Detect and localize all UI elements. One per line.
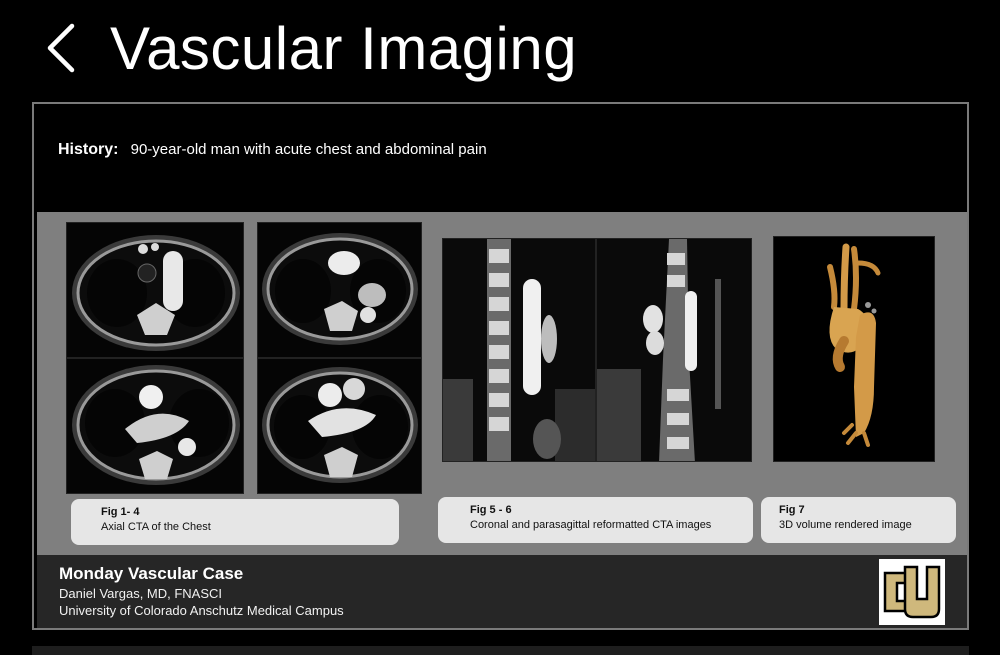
history-text: 90-year-old man with acute chest and abd… bbox=[130, 141, 487, 158]
case-author: Daniel Vargas, MD, FNASCI bbox=[59, 586, 223, 601]
image-panel: Fig 1- 4 Axial CTA of the Chest Fig 5 - … bbox=[37, 212, 967, 555]
axial-image-4[interactable] bbox=[257, 358, 422, 494]
case-footer: Monday Vascular Case Daniel Vargas, MD, … bbox=[37, 555, 967, 628]
history-label: History: bbox=[58, 141, 119, 158]
case-institution: University of Colorado Anschutz Medical … bbox=[59, 603, 344, 618]
axial-image-2[interactable] bbox=[257, 222, 422, 358]
case-slide: History: 90-year-old man with acute ches… bbox=[32, 102, 969, 630]
bottom-edge-strip bbox=[32, 646, 969, 655]
case-title: Monday Vascular Case bbox=[59, 564, 244, 583]
caption-fig-5-6: Fig 5 - 6 Coronal and parasagittal refor… bbox=[438, 497, 753, 543]
history: History: 90-year-old man with acute ches… bbox=[58, 140, 487, 160]
header: Vascular Imaging bbox=[0, 0, 1000, 96]
back-button[interactable] bbox=[40, 18, 88, 78]
caption-fig-7: Fig 7 3D volume rendered image bbox=[761, 497, 956, 543]
caption-text: Axial CTA of the Chest bbox=[101, 521, 211, 533]
cu-logo-icon bbox=[879, 559, 945, 625]
volume-render-image[interactable] bbox=[773, 236, 935, 462]
axial-image-1[interactable] bbox=[66, 222, 244, 358]
page-title: Vascular Imaging bbox=[110, 15, 578, 82]
caption-fig-label: Fig 5 - 6 bbox=[470, 504, 512, 516]
caption-fig-1-4: Fig 1- 4 Axial CTA of the Chest bbox=[71, 499, 399, 545]
axial-image-3[interactable] bbox=[66, 358, 244, 494]
parasagittal-image[interactable] bbox=[596, 238, 752, 462]
caption-fig-label: Fig 1- 4 bbox=[101, 506, 140, 518]
caption-fig-label: Fig 7 bbox=[779, 504, 805, 516]
caption-text: Coronal and parasagittal reformatted CTA… bbox=[470, 519, 712, 531]
chevron-left-icon bbox=[47, 23, 75, 73]
coronal-image[interactable] bbox=[442, 238, 596, 462]
caption-text: 3D volume rendered image bbox=[779, 519, 912, 531]
